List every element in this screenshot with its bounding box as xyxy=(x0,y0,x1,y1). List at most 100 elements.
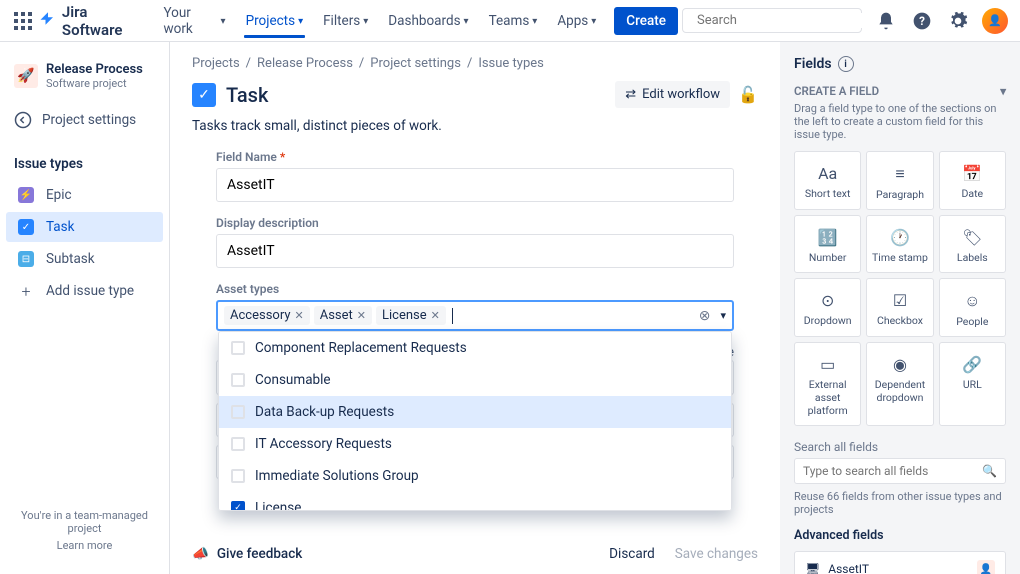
create-field-heading[interactable]: CREATE A FIELD▾ xyxy=(794,84,1006,98)
field-type-labels[interactable]: 🏷Labels xyxy=(939,215,1006,273)
create-button[interactable]: Create xyxy=(614,7,678,35)
field-type-icon: 📅 xyxy=(962,164,982,183)
issue-types-heading: Issue types xyxy=(6,150,163,178)
project-type: Software project xyxy=(46,77,143,90)
project-icon: 🚀 xyxy=(14,64,38,88)
field-type-number[interactable]: 🔢Number xyxy=(794,215,861,273)
field-type-icon: ◉ xyxy=(893,355,907,374)
field-type-date[interactable]: 📅Date xyxy=(939,151,1006,210)
tag-remove-icon[interactable]: ✕ xyxy=(295,309,304,322)
add-issue-type[interactable]: +Add issue type xyxy=(6,276,163,306)
field-type-icon: ☑ xyxy=(893,291,907,310)
tag-license: License✕ xyxy=(376,306,446,325)
field-type-people[interactable]: ☺People xyxy=(939,278,1006,337)
workflow-icon: ⇄ xyxy=(625,87,636,102)
field-type-checkbox[interactable]: ☑Checkbox xyxy=(866,278,933,337)
user-avatar[interactable]: 👤 xyxy=(982,8,1008,34)
reuse-hint: Reuse 66 fields from other issue types a… xyxy=(794,490,1006,516)
display-desc-input[interactable] xyxy=(216,234,734,268)
issue-type-subtask[interactable]: ⊟Subtask xyxy=(6,244,163,274)
notifications-icon[interactable] xyxy=(874,9,898,33)
field-type-time-stamp[interactable]: 🕐Time stamp xyxy=(866,215,933,273)
clear-all-icon[interactable]: ⊗ xyxy=(699,308,711,324)
nav-your-work[interactable]: Your work▾ xyxy=(155,1,233,41)
crumb-issuetypes[interactable]: Issue types xyxy=(478,56,544,71)
main-content: Projects / Release Process / Project set… xyxy=(170,42,780,574)
field-type-icon: ⊙ xyxy=(821,291,834,310)
checkbox-icon xyxy=(231,405,245,419)
field-type-paragraph[interactable]: ≡Paragraph xyxy=(866,151,933,210)
checkbox-icon xyxy=(231,469,245,483)
crumb-release[interactable]: Release Process xyxy=(257,56,353,71)
field-type-icon: ▭ xyxy=(820,355,835,374)
back-arrow-icon xyxy=(14,111,32,129)
tag-accessory: Accessory✕ xyxy=(224,306,310,325)
app-icon: 👤 xyxy=(977,560,995,574)
search-fields-box[interactable]: 🔍 xyxy=(794,458,1006,484)
field-name-input[interactable] xyxy=(216,168,734,202)
tag-remove-icon[interactable]: ✕ xyxy=(431,309,440,322)
field-type-external-asset-platform[interactable]: ▭External asset platform xyxy=(794,342,861,426)
chevron-down-icon[interactable]: ▾ xyxy=(720,309,726,322)
issue-type-epic[interactable]: ⚡Epic xyxy=(6,180,163,210)
asset-types-select[interactable]: Accessory✕ Asset✕ License✕ ⊗ ▾ Component… xyxy=(216,300,734,331)
chevron-down-icon: ▾ xyxy=(1000,84,1006,98)
jira-logo[interactable]: Jira Software xyxy=(38,3,144,39)
field-type-icon: 🕐 xyxy=(890,228,910,247)
search-input[interactable] xyxy=(697,13,863,28)
give-feedback-button[interactable]: 📣Give feedback xyxy=(192,546,302,562)
option-consumable[interactable]: Consumable xyxy=(219,364,731,396)
nav-projects[interactable]: Projects▾ xyxy=(238,9,312,33)
page-description: Tasks track small, distinct pieces of wo… xyxy=(170,114,780,144)
tag-asset: Asset✕ xyxy=(314,306,372,325)
project-settings-link[interactable]: Project settings xyxy=(6,104,163,136)
field-type-icon: 🔗 xyxy=(962,355,982,374)
create-field-desc: Drag a field type to one of the sections… xyxy=(794,102,1006,141)
help-icon[interactable]: ? xyxy=(910,9,934,33)
asset-types-dropdown: Component Replacement RequestsConsumable… xyxy=(218,331,732,511)
field-type-grid: AaShort text≡Paragraph📅Date 🔢Number🕐Time … xyxy=(794,151,1006,426)
search-icon: 🔍 xyxy=(982,464,997,478)
field-type-dependent-dropdown[interactable]: ◉Dependent dropdown xyxy=(866,342,933,426)
option-immediate-solutions-group[interactable]: Immediate Solutions Group xyxy=(219,460,731,492)
nav-filters[interactable]: Filters▾ xyxy=(315,9,376,33)
field-name-label: Field Name * xyxy=(216,150,734,164)
option-license[interactable]: ✓License xyxy=(219,492,731,511)
nav-dashboards[interactable]: Dashboards▾ xyxy=(380,9,476,33)
checkbox-icon xyxy=(231,341,245,355)
option-data-back-up-requests[interactable]: Data Back-up Requests xyxy=(219,396,731,428)
discard-button[interactable]: Discard xyxy=(609,546,655,562)
global-search[interactable] xyxy=(682,8,862,33)
svg-text:?: ? xyxy=(919,14,925,28)
project-header[interactable]: 🚀 Release Process Software project xyxy=(6,56,163,96)
plus-icon: + xyxy=(18,283,34,299)
nav-apps[interactable]: Apps▾ xyxy=(549,9,604,33)
crumb-projects[interactable]: Projects xyxy=(192,56,240,71)
checkbox-icon xyxy=(231,373,245,387)
settings-icon[interactable] xyxy=(946,9,970,33)
field-type-short-text[interactable]: AaShort text xyxy=(794,151,861,210)
option-it-accessory-requests[interactable]: IT Accessory Requests xyxy=(219,428,731,460)
app-switcher-icon[interactable] xyxy=(12,9,34,33)
option-component-replacement-requests[interactable]: Component Replacement Requests xyxy=(219,332,731,364)
learn-more-link[interactable]: Learn more xyxy=(14,539,155,552)
field-type-dropdown[interactable]: ⊙Dropdown xyxy=(794,278,861,337)
page-title: Task xyxy=(226,83,268,107)
nav-teams[interactable]: Teams▾ xyxy=(481,9,546,33)
edit-workflow-button[interactable]: ⇄ Edit workflow xyxy=(615,81,730,108)
save-changes-button[interactable]: Save changes xyxy=(675,546,758,562)
issue-type-task[interactable]: ✓Task xyxy=(6,212,163,242)
field-type-url[interactable]: 🔗URL xyxy=(939,342,1006,426)
info-icon[interactable]: i xyxy=(838,56,854,72)
monitor-icon: 🖥 xyxy=(805,562,820,574)
fields-panel: Fieldsi CREATE A FIELD▾ Drag a field typ… xyxy=(780,42,1020,574)
project-name: Release Process xyxy=(46,62,143,77)
advanced-field-item[interactable]: 🖥AssetIT👤 xyxy=(794,551,1006,574)
search-fields-input[interactable] xyxy=(803,464,982,478)
crumb-settings[interactable]: Project settings xyxy=(370,56,461,71)
tag-remove-icon[interactable]: ✕ xyxy=(357,309,366,322)
checkbox-icon xyxy=(231,437,245,451)
lock-icon[interactable]: 🔓 xyxy=(738,85,758,104)
field-type-icon: ☺ xyxy=(964,291,980,311)
display-desc-label: Display description xyxy=(216,216,734,230)
